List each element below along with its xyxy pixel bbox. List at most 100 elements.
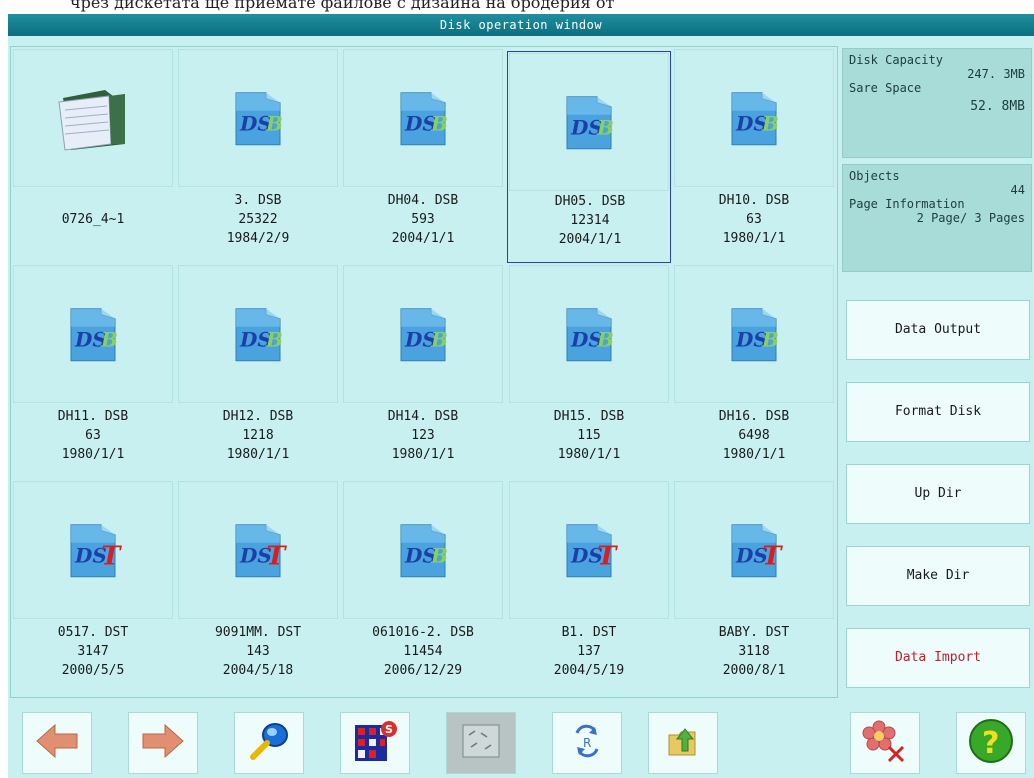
file-name: DH04. DSB [387, 193, 459, 208]
file-name: 061016-2. DSB [372, 625, 474, 640]
file-date: 2004/5/19 [553, 663, 625, 678]
file-size: 12314 [570, 213, 610, 228]
svg-text:S: S [385, 723, 393, 736]
disk-operation-window: 0726_4~1 DS B 3. DSB 25322 1984/2/9 DS B D… [8, 36, 1034, 778]
file-item-folder[interactable]: 0726_4~1 [11, 47, 175, 259]
file-size: 123 [411, 428, 435, 443]
file-date: 2004/1/1 [391, 231, 455, 246]
svg-text:T: T [266, 542, 287, 572]
dsb-file-icon: DS B [61, 303, 125, 371]
file-size: 25322 [238, 212, 278, 227]
file-item[interactable]: DS B 3. DSB 25322 1984/2/9 [176, 47, 340, 259]
bottom-toolbar: S R ? [8, 702, 1034, 778]
dst-file-icon: DS T [722, 519, 786, 587]
file-date: 1980/1/1 [61, 447, 125, 462]
file-date: 2004/5/18 [222, 663, 294, 678]
file-item-selected[interactable]: DS B DH05. DSB 12314 2004/1/1 [507, 51, 671, 263]
svg-text:B: B [430, 544, 448, 568]
arrow-left-icon [35, 723, 79, 763]
svg-text:B: B [430, 328, 448, 352]
data-import-button[interactable]: Data Import [846, 628, 1030, 688]
file-name: 9091MM. DST [214, 625, 302, 640]
spare-space-label: Sare Space [849, 81, 922, 95]
file-item[interactable]: DS B DH16. DSB 6498 1980/1/1 [672, 263, 836, 475]
up-dir-button[interactable]: Up Dir [846, 464, 1030, 524]
file-name: DH10. DSB [718, 193, 790, 208]
svg-text:T: T [762, 542, 783, 572]
file-name: DH15. DSB [553, 409, 625, 424]
file-grid: 0726_4~1 DS B 3. DSB 25322 1984/2/9 DS B D… [10, 46, 838, 698]
file-size: 63 [746, 212, 762, 227]
file-item[interactable]: DS B DH04. DSB 593 2004/1/1 [341, 47, 505, 259]
svg-text:B: B [596, 116, 614, 140]
svg-text:B: B [430, 112, 448, 136]
file-size: 115 [577, 428, 601, 443]
rotate-button[interactable]: R [552, 712, 622, 774]
pattern-preview-button[interactable] [446, 712, 516, 774]
file-date: 1980/1/1 [226, 447, 290, 462]
magnifier-icon [247, 721, 291, 765]
dsb-file-icon: DS B [226, 87, 290, 155]
file-size: 63 [85, 428, 101, 443]
dsb-file-icon: DS B [391, 87, 455, 155]
document-text: чрез дискетата ще приемате файлове с диз… [70, 0, 615, 12]
window-title: Disk operation window [8, 14, 1034, 36]
data-output-button[interactable]: Data Output [846, 300, 1030, 360]
file-name: DH16. DSB [718, 409, 790, 424]
file-item[interactable]: DS B DH14. DSB 123 1980/1/1 [341, 263, 505, 475]
file-item[interactable]: DS B 061016-2. DSB 11454 2006/12/29 [341, 479, 505, 691]
spare-space-value: 52. 8MB [970, 99, 1025, 114]
file-name: BABY. DST [718, 625, 790, 640]
svg-text:R: R [583, 736, 591, 750]
file-item[interactable]: DS T 9091MM. DST 143 2004/5/18 [176, 479, 340, 691]
file-item[interactable]: DS T 0517. DST 3147 2000/5/5 [11, 479, 175, 691]
file-item[interactable]: DS T BABY. DST 3118 2000/8/1 [672, 479, 836, 691]
svg-text:B: B [761, 112, 779, 136]
file-item[interactable]: DS B DH12. DSB 1218 1980/1/1 [176, 263, 340, 475]
make-dir-button[interactable]: Make Dir [846, 546, 1030, 606]
format-disk-button[interactable]: Format Disk [846, 382, 1030, 442]
dsb-file-icon: DS B [722, 87, 786, 155]
dsb-file-icon: DS B [557, 91, 621, 159]
rotate-icon: R [569, 723, 605, 763]
previous-page-button[interactable] [22, 712, 92, 774]
file-size: 11454 [403, 644, 443, 659]
objects-label: Objects [849, 169, 900, 183]
file-item[interactable]: DS B DH11. DSB 63 1980/1/1 [11, 263, 175, 475]
disk-info-panel: Disk Capacity 247. 3MB Sare Space 52. 8M… [842, 48, 1032, 158]
file-size: 143 [246, 644, 270, 659]
file-date: 1980/1/1 [722, 447, 786, 462]
file-size: 593 [411, 212, 435, 227]
file-date: 2004/1/1 [558, 232, 622, 247]
file-name: B1. DST [561, 625, 617, 640]
delete-button[interactable] [850, 712, 920, 774]
pattern-preview-icon [461, 723, 501, 763]
file-name: 0726_4~1 [61, 212, 125, 227]
file-item[interactable]: DS B DH10. DSB 63 1980/1/1 [672, 47, 836, 259]
svg-text:B: B [265, 328, 283, 352]
file-date: 1980/1/1 [557, 447, 621, 462]
grid-select-icon: S [353, 719, 397, 767]
folder-up-button[interactable] [648, 712, 718, 774]
dsb-file-icon: DS B [722, 303, 786, 371]
file-date: 1980/1/1 [391, 447, 455, 462]
help-button[interactable]: ? [956, 712, 1026, 774]
next-page-button[interactable] [128, 712, 198, 774]
file-item[interactable]: DS T B1. DST 137 2004/5/19 [507, 479, 671, 691]
file-date: 2000/8/1 [722, 663, 786, 678]
dsb-file-icon: DS B [557, 303, 621, 371]
file-size: 1218 [242, 428, 274, 443]
file-size: 137 [577, 644, 601, 659]
objects-value: 44 [1010, 183, 1025, 197]
delete-flower-icon [861, 719, 909, 767]
file-item[interactable]: DS B DH15. DSB 115 1980/1/1 [507, 263, 671, 475]
select-grid-button[interactable]: S [340, 712, 410, 774]
file-name: 3. DSB [234, 193, 282, 208]
dst-file-icon: DS T [61, 519, 125, 587]
search-button[interactable] [234, 712, 304, 774]
objects-info-panel: Objects 44 Page Information 2 Page/ 3 Pa… [842, 164, 1032, 272]
file-name: DH05. DSB [554, 194, 626, 209]
dsb-file-icon: DS B [391, 519, 455, 587]
svg-text:B: B [596, 328, 614, 352]
file-size: 3147 [77, 644, 109, 659]
